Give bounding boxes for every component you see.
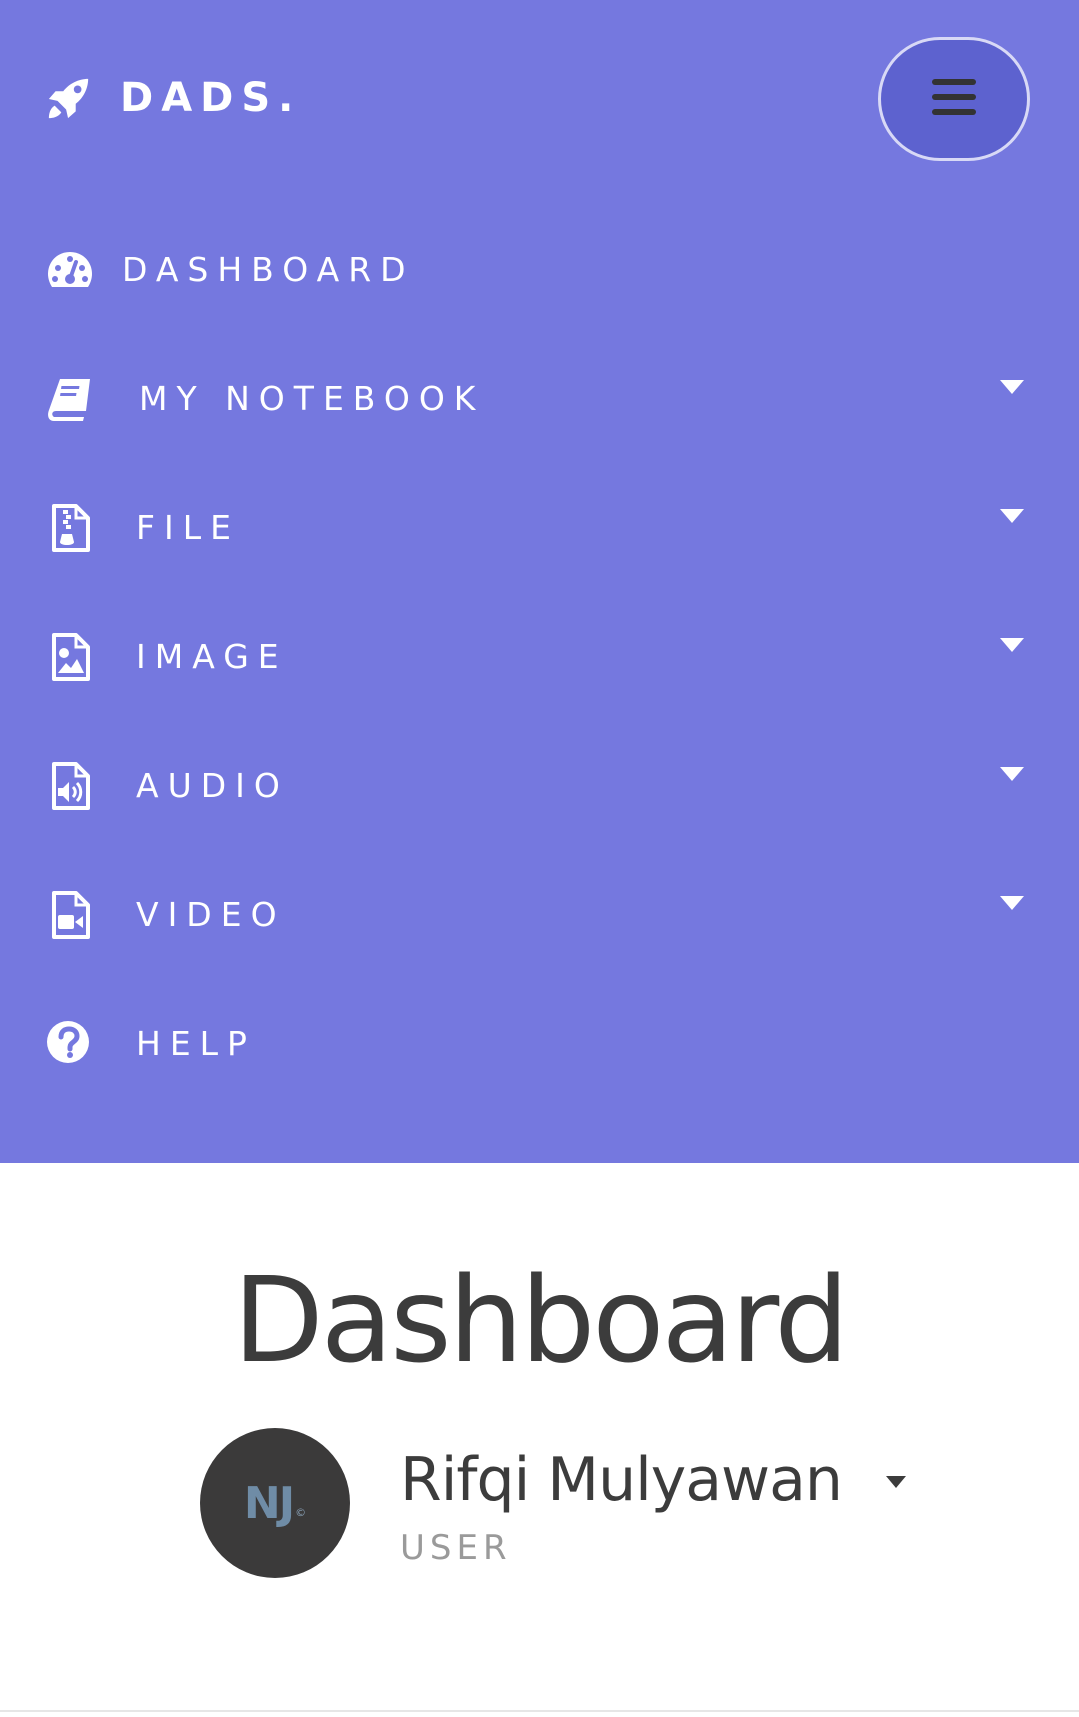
avatar[interactable]: NJ © [200, 1428, 350, 1578]
nav-item-label: HELP [136, 1024, 256, 1063]
hamburger-icon [932, 79, 976, 119]
nav-item-dashboard[interactable]: DASHBOARD [0, 205, 1079, 334]
user-name: Rifqi Mulyawan [400, 1445, 843, 1515]
file-image-icon [44, 631, 96, 683]
chevron-down-icon[interactable] [1000, 637, 1024, 652]
brand-logo[interactable]: DADS. [46, 70, 301, 126]
book-icon [44, 373, 96, 425]
nav-item-video[interactable]: VIDEO [0, 850, 1079, 979]
file-video-icon [44, 889, 96, 941]
nav-item-help[interactable]: HELP [0, 979, 1079, 1108]
chevron-down-icon[interactable] [886, 1476, 906, 1488]
divider [0, 1710, 1079, 1712]
nav-menu: DASHBOARD MY NOTEBOOK FILE IMAGE AUDIO V… [0, 205, 1079, 1108]
nav-item-label: VIDEO [136, 895, 286, 934]
brand-name: DADS. [120, 75, 302, 121]
nav-item-label: MY NOTEBOOK [139, 379, 485, 418]
chevron-down-icon[interactable] [1000, 508, 1024, 523]
menu-toggle-button[interactable] [878, 37, 1030, 161]
nav-item-label: FILE [136, 508, 240, 547]
file-audio-icon [44, 760, 96, 812]
page-title: Dashboard [232, 1251, 849, 1389]
chevron-down-icon[interactable] [1000, 895, 1024, 910]
chevron-down-icon[interactable] [1000, 766, 1024, 781]
nav-item-label: IMAGE [136, 637, 288, 676]
chevron-down-icon[interactable] [1000, 379, 1024, 394]
nav-panel: DADS. DASHBOARD MY NOTEBOOK FILE IMAGE A… [0, 0, 1079, 1163]
nav-item-label: DASHBOARD [122, 250, 415, 289]
dashboard-gauge-icon [44, 244, 96, 296]
avatar-initials: NJ [243, 1477, 295, 1529]
nav-item-audio[interactable]: AUDIO [0, 721, 1079, 850]
question-circle-icon [44, 1018, 96, 1070]
avatar-mark: © [295, 1505, 307, 1519]
nav-item-file[interactable]: FILE [0, 463, 1079, 592]
user-role: USER [400, 1528, 512, 1568]
rocket-icon [46, 75, 92, 121]
nav-item-image[interactable]: IMAGE [0, 592, 1079, 721]
user-profile[interactable]: NJ © Rifqi Mulyawan USER [200, 1428, 920, 1578]
nav-item-my-notebook[interactable]: MY NOTEBOOK [0, 334, 1079, 463]
nav-item-label: AUDIO [136, 766, 289, 805]
file-archive-icon [44, 502, 96, 554]
